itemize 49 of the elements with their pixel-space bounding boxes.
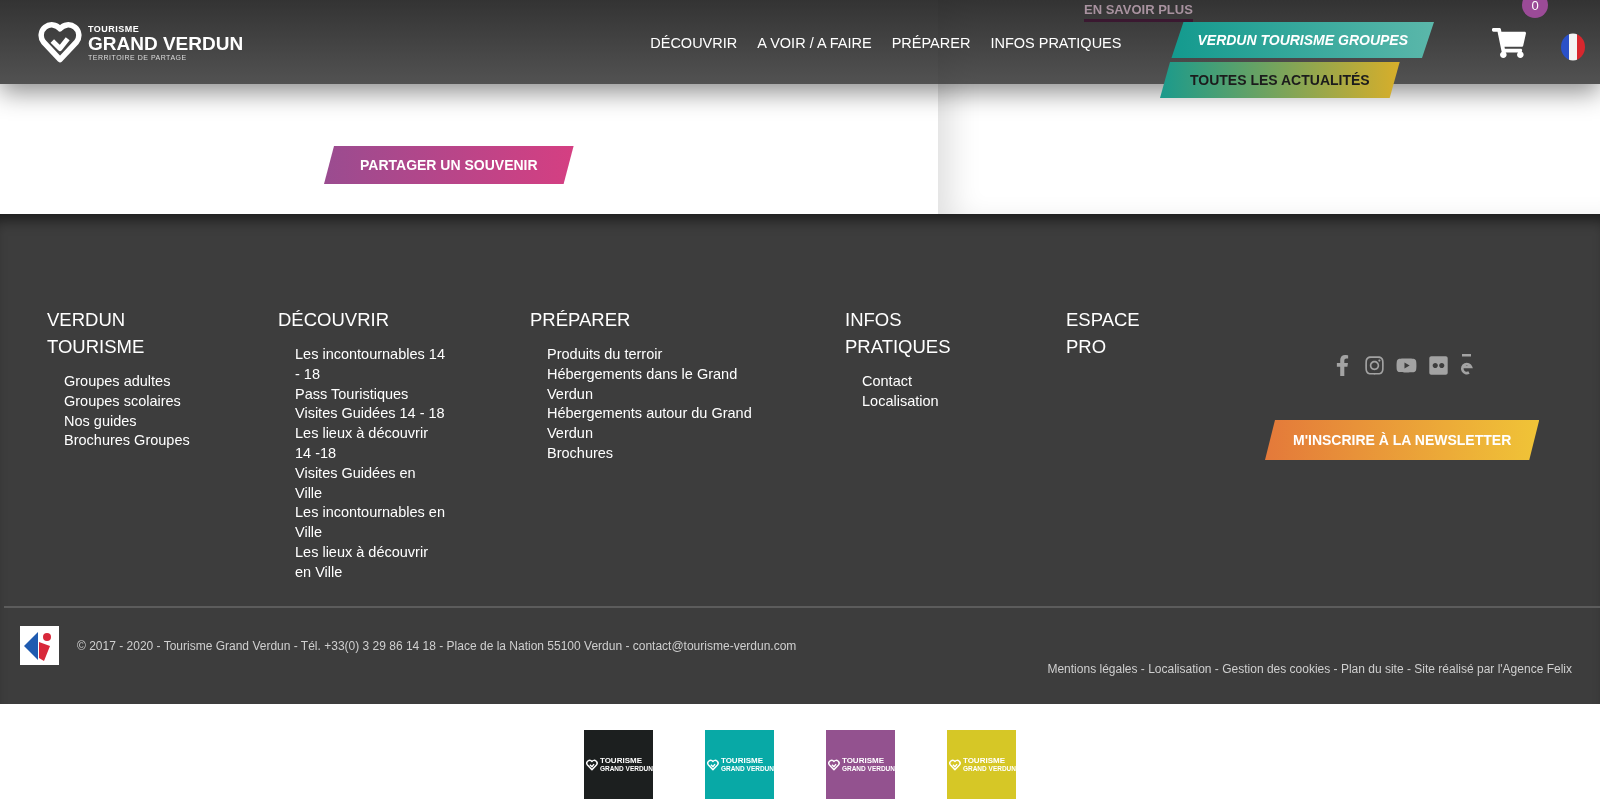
footer-link[interactable]: Hébergements dans le Grand Verdun	[547, 364, 762, 405]
footer-link[interactable]: Localisation	[862, 391, 1062, 412]
heart-logo-icon	[586, 757, 598, 772]
nav-link[interactable]: A VOIR / A FAIRE	[757, 35, 872, 51]
copyright-text: © 2017 - 2020 - Tourisme Grand Verdun - Tél. +33(0) 3 29 86 14 18 - Place de la Nation 55100 Verdun - contact@tourisme-verdun.com	[77, 638, 797, 653]
footer-column-title: INFOS PRATIQUES	[845, 308, 952, 359]
footer-link[interactable]: Brochures	[547, 444, 762, 464]
footer-column-title: DÉCOUVRIR	[278, 308, 390, 332]
heart-logo-icon	[707, 757, 719, 772]
share-memory-button[interactable]: PARTAGER UN SOUVENIR	[324, 146, 574, 184]
logo-title: GRAND VERDUN	[88, 33, 244, 54]
tile-small-text: TOURISME	[599, 756, 643, 765]
tile-small-text: TOURISME	[841, 756, 885, 765]
footer-link[interactable]: Les lieux à découvrir 14 -18	[295, 424, 445, 464]
tourism-label-icon	[20, 626, 59, 665]
legal-links-text: Mentions légales - Localisation - Gestion des cookies - Plan du site - Site réalisé par l'Agence Felix	[1047, 662, 1573, 676]
e-logo-icon[interactable]	[1459, 354, 1473, 376]
instagram-icon[interactable]	[1363, 354, 1385, 376]
tile-small-text: TOURISME	[962, 756, 1006, 765]
heart-logo-icon	[949, 757, 961, 772]
footer-column-title: ESPACE PRO	[1066, 308, 1141, 359]
footer-column-title: PRÉPARER	[530, 308, 632, 332]
logo-small-text: TOURISME	[88, 23, 141, 34]
flickr-icon[interactable]	[1427, 354, 1449, 376]
footer-link[interactable]: Groupes adultes	[64, 372, 264, 392]
heart-logo-icon	[828, 757, 840, 772]
footer-link[interactable]: Contact	[862, 372, 1062, 392]
footer-link[interactable]: Les incontournables en Ville	[295, 503, 445, 543]
nav-link[interactable]: DÉCOUVRIR	[650, 35, 738, 51]
tile-small-text: TOURISME	[720, 756, 764, 765]
footer-column-title: VERDUN TOURISME	[47, 308, 146, 359]
cart-count-badge: 0	[1522, 0, 1548, 18]
footer-link[interactable]: Nos guides	[64, 411, 264, 432]
read-more-link[interactable]: EN SAVOIR PLUS	[1084, 2, 1193, 22]
nav-link[interactable]: PRÉPARER	[891, 35, 971, 51]
footer-link[interactable]: Groupes scolaires	[64, 391, 264, 412]
all-news-button[interactable]: TOUTES LES ACTUALITÉS	[1160, 62, 1400, 98]
footer-link[interactable]: Les incontournables 14 - 18	[295, 345, 445, 385]
footer-link[interactable]: Pass Touristiques	[295, 384, 445, 405]
footer-link[interactable]: Les lieux à découvrir en Ville	[295, 542, 445, 583]
cart-icon[interactable]	[1492, 26, 1526, 60]
nav-link[interactable]: INFOS PRATIQUES	[990, 35, 1122, 51]
french-flag-icon[interactable]	[1560, 33, 1586, 61]
footer-link[interactable]: Brochures Groupes	[64, 431, 264, 452]
footer-link[interactable]: Hébergements autour du Grand Verdun	[547, 404, 762, 444]
footer-link[interactable]: Produits du terroir	[547, 345, 762, 365]
footer-link[interactable]: Visites Guidées 14 - 18	[295, 404, 445, 425]
heart-logo-icon	[38, 20, 82, 64]
footer-link[interactable]: Visites Guidées en Ville	[295, 463, 445, 504]
